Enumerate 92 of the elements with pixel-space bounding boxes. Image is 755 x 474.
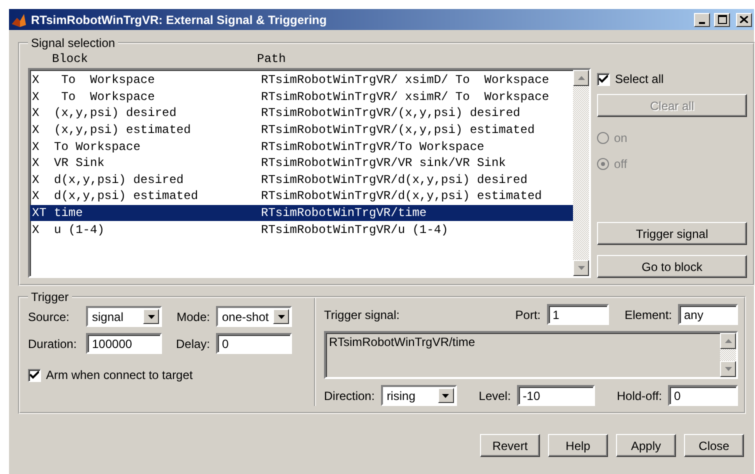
block-cell-text: u (1-4) (54, 222, 106, 237)
action-button[interactable]: Go to block (597, 255, 747, 278)
block-cell-text: d(x,y,psi) estimated (54, 189, 200, 204)
signal-row[interactable]: X VR Sink RTsimRobotWinTrgVR/VR sink/VR Sink (30, 154, 573, 172)
scrollbar[interactable] (573, 70, 589, 276)
marker-cell-text: X (31, 90, 40, 104)
checkbox-label: Select all (615, 72, 664, 86)
input-field[interactable]: 0 (216, 333, 292, 354)
input-field[interactable]: any (678, 304, 738, 325)
marker-cell-text: X (31, 172, 40, 187)
trigger-signal-field[interactable]: RTsimRobotWinTrgVR/time (324, 331, 738, 379)
path-cell: RTsimRobotWinTrgVR/To Workspace (261, 140, 484, 154)
marker-cell-text: X (31, 73, 40, 88)
path-cell: RTsimRobotWinTrgVR/u (1-4) (261, 222, 448, 237)
mode-dropdown[interactable]: one-shot (216, 306, 292, 327)
path-cell: RTsimRobotWinTrgVR/ xsimR/ To Workspace (261, 90, 550, 104)
path-cell: RTsimRobotWinTrgVR/d(x,y,psi) desired (261, 172, 528, 187)
marker-cell-text: X (31, 123, 40, 138)
path-cell: RTsimRobotWinTrgVR/(x,y,psi) estimated (261, 123, 535, 138)
down-arrow-icon (578, 266, 584, 270)
dialog-button[interactable]: Close (684, 434, 744, 457)
marker-cell-text: X (31, 222, 40, 237)
signal-row[interactable]: X (x,y,psi) desired RTsimRobotWinTrgVR/(x,y,psi) desired (30, 105, 573, 122)
window-title: RTsimRobotWinTrgVR: External Signal & Triggering (31, 12, 328, 26)
dialog-button[interactable]: Revert (480, 434, 540, 457)
field-label: Mode: (176, 310, 210, 324)
marker-cell-text: XT (31, 206, 48, 220)
input-field[interactable]: -10 (516, 385, 595, 406)
down-arrow-icon (442, 394, 450, 398)
column-header: Path (257, 52, 286, 66)
block-cell-text: time (54, 206, 84, 220)
marker-cell-text: X (31, 156, 40, 170)
block-cell-text: To Workspace (54, 140, 142, 154)
signal-row[interactable]: X (x,y,psi) estimated RTsimRobotWinTrgVR/(x,y,psi) estimated (30, 122, 573, 138)
checkbox[interactable] (28, 368, 41, 382)
signal-row[interactable]: X u (1-4) RTsimRobotWinTrgVR/u (1-4) (30, 221, 573, 238)
down-arrow-icon (278, 314, 284, 318)
path-cell: RTsimRobotWinTrgVR/d(x,y,psi) estimated (261, 189, 542, 204)
signal-row[interactable]: X To Workspace RTsimRobotWinTrgVR/ xsimD/ To Workspace (30, 72, 573, 89)
block-cell-text: (x,y,psi) estimated (54, 123, 192, 138)
down-arrow-icon (724, 367, 732, 371)
signal-row[interactable]: XT time RTsimRobotWinTrgVR/time (30, 204, 573, 222)
path-cell: RTsimRobotWinTrgVR/time (261, 206, 427, 220)
signal-row[interactable]: X To Workspace RTsimRobotWinTrgVR/To Workspace (30, 138, 573, 155)
block-cell-text: d(x,y,psi) desired (54, 172, 185, 187)
field-label: Direction: (324, 388, 375, 402)
signal-row[interactable]: X To Workspace RTsimRobotWinTrgVR/ xsimR/ To Workspace (30, 88, 573, 106)
field-label: Level: (478, 388, 511, 402)
maximize-button[interactable] (714, 12, 730, 26)
field-label: Trigger signal: (324, 308, 400, 322)
field-label: Element: (624, 308, 672, 322)
field-label: Hold-off: (616, 388, 662, 402)
group-title: Signal selection (30, 36, 116, 50)
block-cell-text: VR Sink (54, 156, 106, 170)
input-field[interactable]: 1 (546, 304, 609, 325)
checkbox[interactable] (597, 72, 610, 86)
field-label: Source: (28, 310, 70, 324)
action-button[interactable]: Trigger signal (597, 222, 747, 245)
close-button[interactable] (736, 12, 752, 26)
field-label: Delay: (174, 336, 210, 350)
field-label: Duration: (28, 336, 78, 350)
radio-label: off (614, 157, 628, 171)
minimize-icon (699, 22, 705, 24)
path-cell: RTsimRobotWinTrgVR/VR sink/VR Sink (261, 156, 506, 170)
dialog-button[interactable]: Apply (616, 434, 676, 457)
close-icon (740, 16, 748, 23)
path-cell: RTsimRobotWinTrgVR/ xsimD/ To Workspace (261, 73, 550, 88)
signal-row[interactable]: X d(x,y,psi) estimated RTsimRobotWinTrgVR/d(x,y,psi) estimated (30, 188, 573, 205)
marker-cell-text: X (31, 189, 40, 204)
dialog-button[interactable]: Help (548, 434, 608, 457)
checkbox-label: Arm when connect to target (46, 368, 193, 382)
input-field[interactable]: 0 (668, 385, 738, 406)
path-cell: RTsimRobotWinTrgVR/(x,y,psi) desired (261, 106, 520, 120)
block-cell-text: (x,y,psi) desired (54, 106, 178, 120)
up-arrow-icon (578, 76, 584, 80)
maximize-icon (718, 15, 726, 24)
field-label: Port: (515, 308, 541, 322)
direction-dropdown[interactable]: rising (380, 385, 457, 406)
signal-row[interactable]: X d(x,y,psi) desired RTsimRobotWinTrgVR/d(x,y,psi) desired (30, 172, 573, 188)
column-header: Block (52, 52, 90, 66)
marker-cell-text: X (31, 106, 40, 120)
marker-cell-text: X (31, 140, 40, 154)
source-dropdown[interactable]: signal (86, 306, 162, 327)
app-logo-icon (11, 12, 27, 28)
minimize-button[interactable] (694, 12, 710, 26)
radio-label: on (614, 131, 628, 145)
block-cell-text: To Workspace (60, 90, 156, 104)
group-title: Trigger (30, 290, 70, 304)
down-arrow-icon (148, 314, 154, 318)
up-arrow-icon (724, 339, 732, 343)
block-cell-text: To Workspace (60, 73, 156, 88)
input-field[interactable]: 100000 (86, 333, 162, 354)
